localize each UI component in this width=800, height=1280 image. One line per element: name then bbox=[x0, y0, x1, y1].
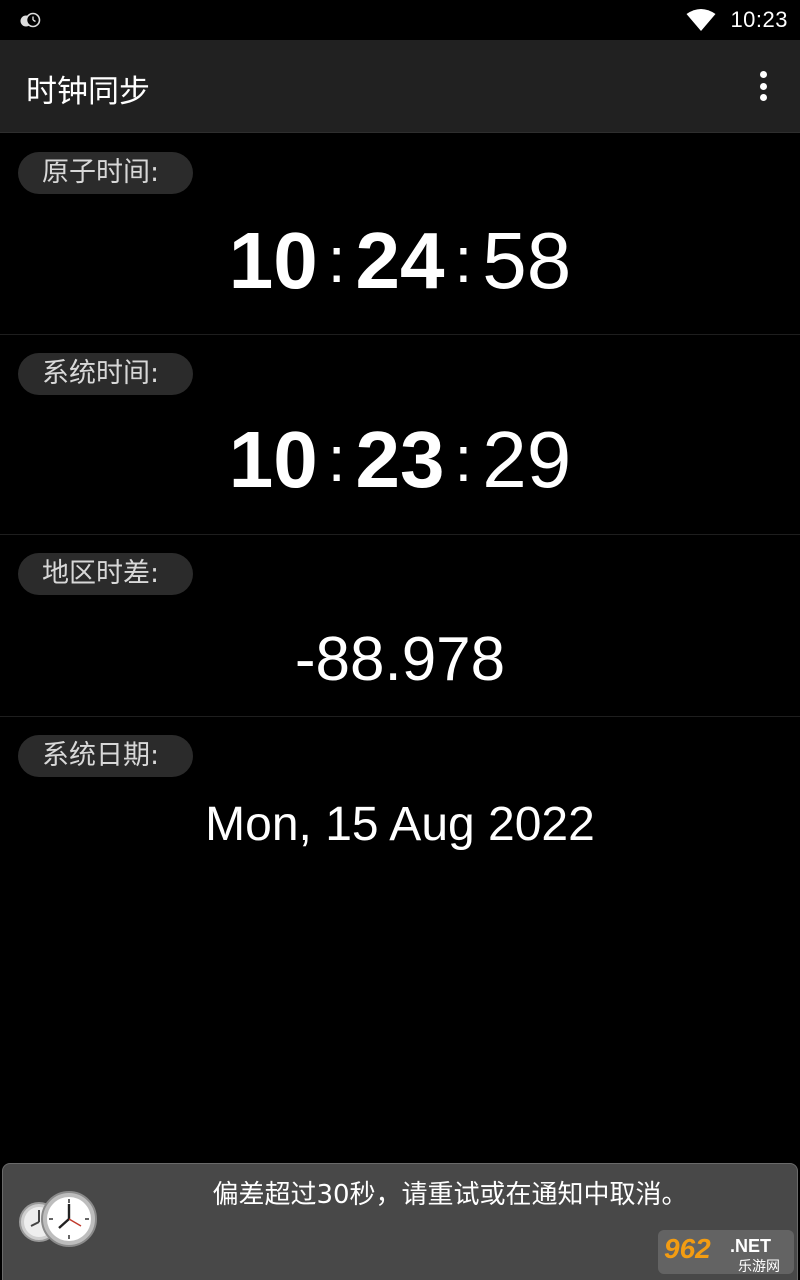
toast-text: 偏差超过30秒，请重试或在通知中取消。 bbox=[212, 1180, 688, 1210]
system-time-label: 系统时间: bbox=[18, 353, 193, 395]
offset-section: 地区时差: -88.978 bbox=[0, 535, 800, 717]
watermark-brand: 962 bbox=[664, 1233, 711, 1264]
wifi-icon bbox=[686, 9, 716, 31]
system-seconds: 29 bbox=[482, 415, 572, 504]
status-bar: 10:23 bbox=[0, 0, 800, 40]
watermark-net: .NET bbox=[730, 1236, 771, 1256]
overflow-menu-icon[interactable] bbox=[748, 68, 778, 104]
clocks-icon bbox=[19, 1191, 97, 1247]
status-right: 10:23 bbox=[686, 0, 788, 40]
screen: 10:23 时钟同步 原子时间: 10:24:58 系统时间: 10:23:29… bbox=[0, 0, 800, 1280]
atomic-seconds: 58 bbox=[482, 216, 572, 305]
system-hours: 10 bbox=[228, 415, 318, 504]
atomic-time-label: 原子时间: bbox=[18, 152, 193, 194]
app-title: 时钟同步 bbox=[26, 74, 150, 110]
atomic-time-section: 原子时间: 10:24:58 bbox=[0, 134, 800, 335]
system-separator: : bbox=[327, 423, 346, 495]
app-bar: 时钟同步 bbox=[0, 40, 800, 133]
watermark-logo: 962 .NET 乐游网 bbox=[658, 1230, 794, 1275]
watermark-sub: 乐游网 bbox=[738, 1259, 780, 1275]
system-date-section: 系统日期: Mon, 15 Aug 2022 bbox=[0, 717, 800, 877]
atomic-time-clock: 10:24:58 bbox=[0, 216, 800, 311]
atomic-hours: 10 bbox=[228, 216, 318, 305]
offset-value: -88.978 bbox=[294, 625, 506, 694]
system-time-section: 系统时间: 10:23:29 bbox=[0, 335, 800, 535]
system-date-value: Mon, 15 Aug 2022 bbox=[205, 798, 595, 851]
system-separator: : bbox=[454, 423, 473, 495]
system-time-clock: 10:23:29 bbox=[0, 415, 800, 510]
clock-sync-notification-icon bbox=[20, 12, 41, 28]
system-minutes: 23 bbox=[355, 415, 445, 504]
system-date-label: 系统日期: bbox=[18, 735, 193, 777]
offset-label: 地区时差: bbox=[18, 553, 193, 595]
atomic-minutes: 24 bbox=[355, 216, 445, 305]
atomic-separator: : bbox=[454, 224, 473, 296]
atomic-separator: : bbox=[327, 224, 346, 296]
status-time: 10:23 bbox=[730, 7, 788, 32]
